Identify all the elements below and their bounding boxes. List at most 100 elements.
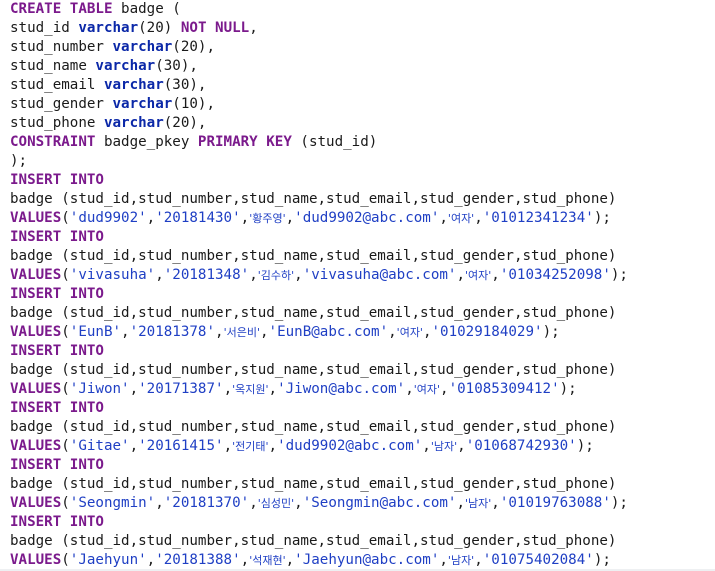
code-line-insert-columns: badge (stud_id,stud_number,stud_name,stu… [10, 247, 715, 266]
insert-statement: INSERT INTO badge (stud_id,stud_number,s… [10, 228, 715, 285]
column-name: stud_email [10, 77, 104, 93]
insert-columns: badge (stud_id,stud_number,stud_name,stu… [10, 305, 617, 321]
value-stud-name: '김수하' [257, 269, 295, 282]
constraint-name: badge_pkey [95, 134, 198, 150]
code-line-insert-into: INSERT INTO [10, 456, 715, 475]
code-line-insert-columns: badge (stud_id,stud_number,stud_name,stu… [10, 190, 715, 209]
code-line-col-stud-email: stud_email varchar(30), [10, 76, 715, 95]
type-args: (10), [172, 96, 216, 112]
keyword-values: VALUES [10, 324, 62, 340]
value-stud-id: 'vivasuha' [69, 267, 156, 283]
value-stud-email: 'EunB@abc.com' [268, 324, 389, 340]
code-line-insert-into: INSERT INTO [10, 228, 715, 247]
code-line-values: VALUES('Gitae','20161415','전기태','dud9902… [10, 438, 594, 454]
code-line-insert-into: INSERT INTO [10, 285, 715, 304]
insert-columns: badge (stud_id,stud_number,stud_name,stu… [10, 533, 617, 549]
insert-statement: INSERT INTO badge (stud_id,stud_number,s… [10, 171, 715, 228]
code-line-col-stud-phone: stud_phone varchar(20), [10, 114, 715, 133]
code-line-insert-columns: badge (stud_id,stud_number,stud_name,stu… [10, 532, 715, 551]
insert-columns: badge (stud_id,stud_number,stud_name,stu… [10, 419, 617, 435]
code-line-insert-into: INSERT INTO [10, 171, 715, 190]
code-line-values: VALUES('Jiwon','20171387','옥지원','Jiwon@a… [10, 381, 577, 397]
value-stud-phone: '01034252098' [499, 267, 611, 283]
code-line-values: VALUES('dud9902','20181430','황주영','dud99… [10, 210, 611, 226]
keyword-not: NOT [180, 20, 207, 36]
value-stud-number: '20181388' [155, 552, 241, 568]
code-line-values: VALUES('EunB','20181378','서은비','EunB@abc… [10, 324, 560, 340]
value-stud-number: '20161415' [138, 438, 224, 454]
value-stud-email: 'dud9902@abc.com' [277, 438, 423, 454]
value-stud-number: '20181348' [163, 267, 250, 283]
insert-statement: INSERT INTO badge (stud_id,stud_number,s… [10, 285, 715, 342]
type-keyword: varchar [78, 20, 139, 36]
keyword-insert-into: INSERT INTO [10, 514, 104, 530]
value-stud-id: 'Jiwon' [69, 381, 130, 397]
code-line-values: VALUES('Jaehyun','20181388','석재현','Jaehy… [10, 552, 611, 568]
value-stud-number: '20181430' [155, 210, 241, 226]
value-stud-phone: '01019763088' [499, 495, 611, 511]
keyword-values: VALUES [10, 495, 62, 511]
table-name: badge ( [112, 1, 181, 17]
keyword-insert-into: INSERT INTO [10, 286, 104, 302]
value-stud-id: 'Gitae' [69, 438, 130, 454]
value-stud-name: '석재현' [249, 554, 286, 567]
type-keyword: varchar [95, 58, 156, 74]
value-stud-number: '20181378' [129, 324, 216, 340]
insert-statement: INSERT INTO badge (stud_id,stud_number,s… [10, 513, 715, 570]
insert-columns: badge (stud_id,stud_number,stud_name,stu… [10, 248, 617, 264]
column-name: stud_phone [10, 115, 104, 131]
code-line-insert-columns: badge (stud_id,stud_number,stud_name,stu… [10, 304, 715, 323]
keyword-insert-into: INSERT INTO [10, 229, 104, 245]
value-stud-email: 'dud9902@abc.com' [294, 210, 440, 226]
keyword-insert-into: INSERT INTO [10, 172, 104, 188]
insert-columns: badge (stud_id,stud_number,stud_name,stu… [10, 362, 617, 378]
keyword-values: VALUES [10, 267, 62, 283]
sql-editor[interactable]: CREATE TABLE badge ( stud_id varchar(20)… [0, 0, 715, 571]
value-stud-gender: '남자' [447, 554, 475, 567]
keyword-values: VALUES [10, 381, 62, 397]
keyword-primary-key: PRIMARY KEY [197, 134, 292, 150]
code-line-insert-columns: badge (stud_id,stud_number,stud_name,stu… [10, 418, 715, 437]
keyword-insert-into: INSERT INTO [10, 343, 104, 359]
value-stud-gender: '여자' [396, 326, 423, 339]
value-stud-name: '전기태' [232, 440, 269, 453]
value-stud-name: '황주영' [249, 212, 286, 225]
insert-statement: INSERT INTO badge (stud_id,stud_number,s… [10, 342, 715, 399]
value-stud-id: 'EunB' [69, 324, 122, 340]
type-keyword: varchar [112, 39, 173, 55]
value-stud-phone: '01029184029' [431, 324, 543, 340]
type-args: (20) [138, 20, 181, 36]
column-name: stud_gender [10, 96, 113, 112]
value-stud-email: 'Jiwon@abc.com' [277, 381, 406, 397]
keyword-create-table: CREATE TABLE [10, 1, 113, 17]
code-line-col-stud-number: stud_number varchar(20), [10, 38, 715, 57]
insert-columns: badge (stud_id,stud_number,stud_name,stu… [10, 476, 617, 492]
value-stud-gender: '여자' [447, 212, 475, 225]
type-keyword: varchar [103, 115, 164, 131]
type-args: (20), [163, 115, 207, 131]
code-line-create-table: CREATE TABLE badge ( [10, 0, 715, 19]
keyword-null: NULL [215, 20, 250, 36]
value-stud-phone: '01085309412' [448, 381, 560, 397]
keyword-values: VALUES [10, 438, 62, 454]
code-line-col-stud-gender: stud_gender varchar(10), [10, 95, 715, 114]
constraint-columns: (stud_id) [291, 134, 378, 150]
value-stud-number: '20171387' [138, 381, 224, 397]
value-stud-gender: '여자' [413, 383, 441, 396]
code-line-values: VALUES('vivasuha','20181348','김수하','viva… [10, 267, 628, 283]
keyword-values: VALUES [10, 552, 62, 568]
code-line-insert-columns: badge (stud_id,stud_number,stud_name,stu… [10, 475, 715, 494]
insert-columns: badge (stud_id,stud_number,stud_name,stu… [10, 191, 617, 207]
value-stud-gender: '남자' [465, 497, 492, 510]
value-stud-id: 'dud9902' [69, 210, 147, 226]
code-line-col-stud-name: stud_name varchar(30), [10, 57, 715, 76]
value-stud-number: '20181370' [163, 495, 250, 511]
statement-terminator: ); [10, 153, 28, 169]
code-line-insert-into: INSERT INTO [10, 513, 715, 532]
code-line-col-stud-id: stud_id varchar(20) NOT NULL, [10, 19, 715, 38]
code-line-values: VALUES('Seongmin','20181370','심성민','Seon… [10, 495, 628, 511]
value-stud-gender: '여자' [465, 269, 492, 282]
value-stud-name: '서은비' [223, 326, 260, 339]
code-line-close: ); [10, 152, 715, 171]
